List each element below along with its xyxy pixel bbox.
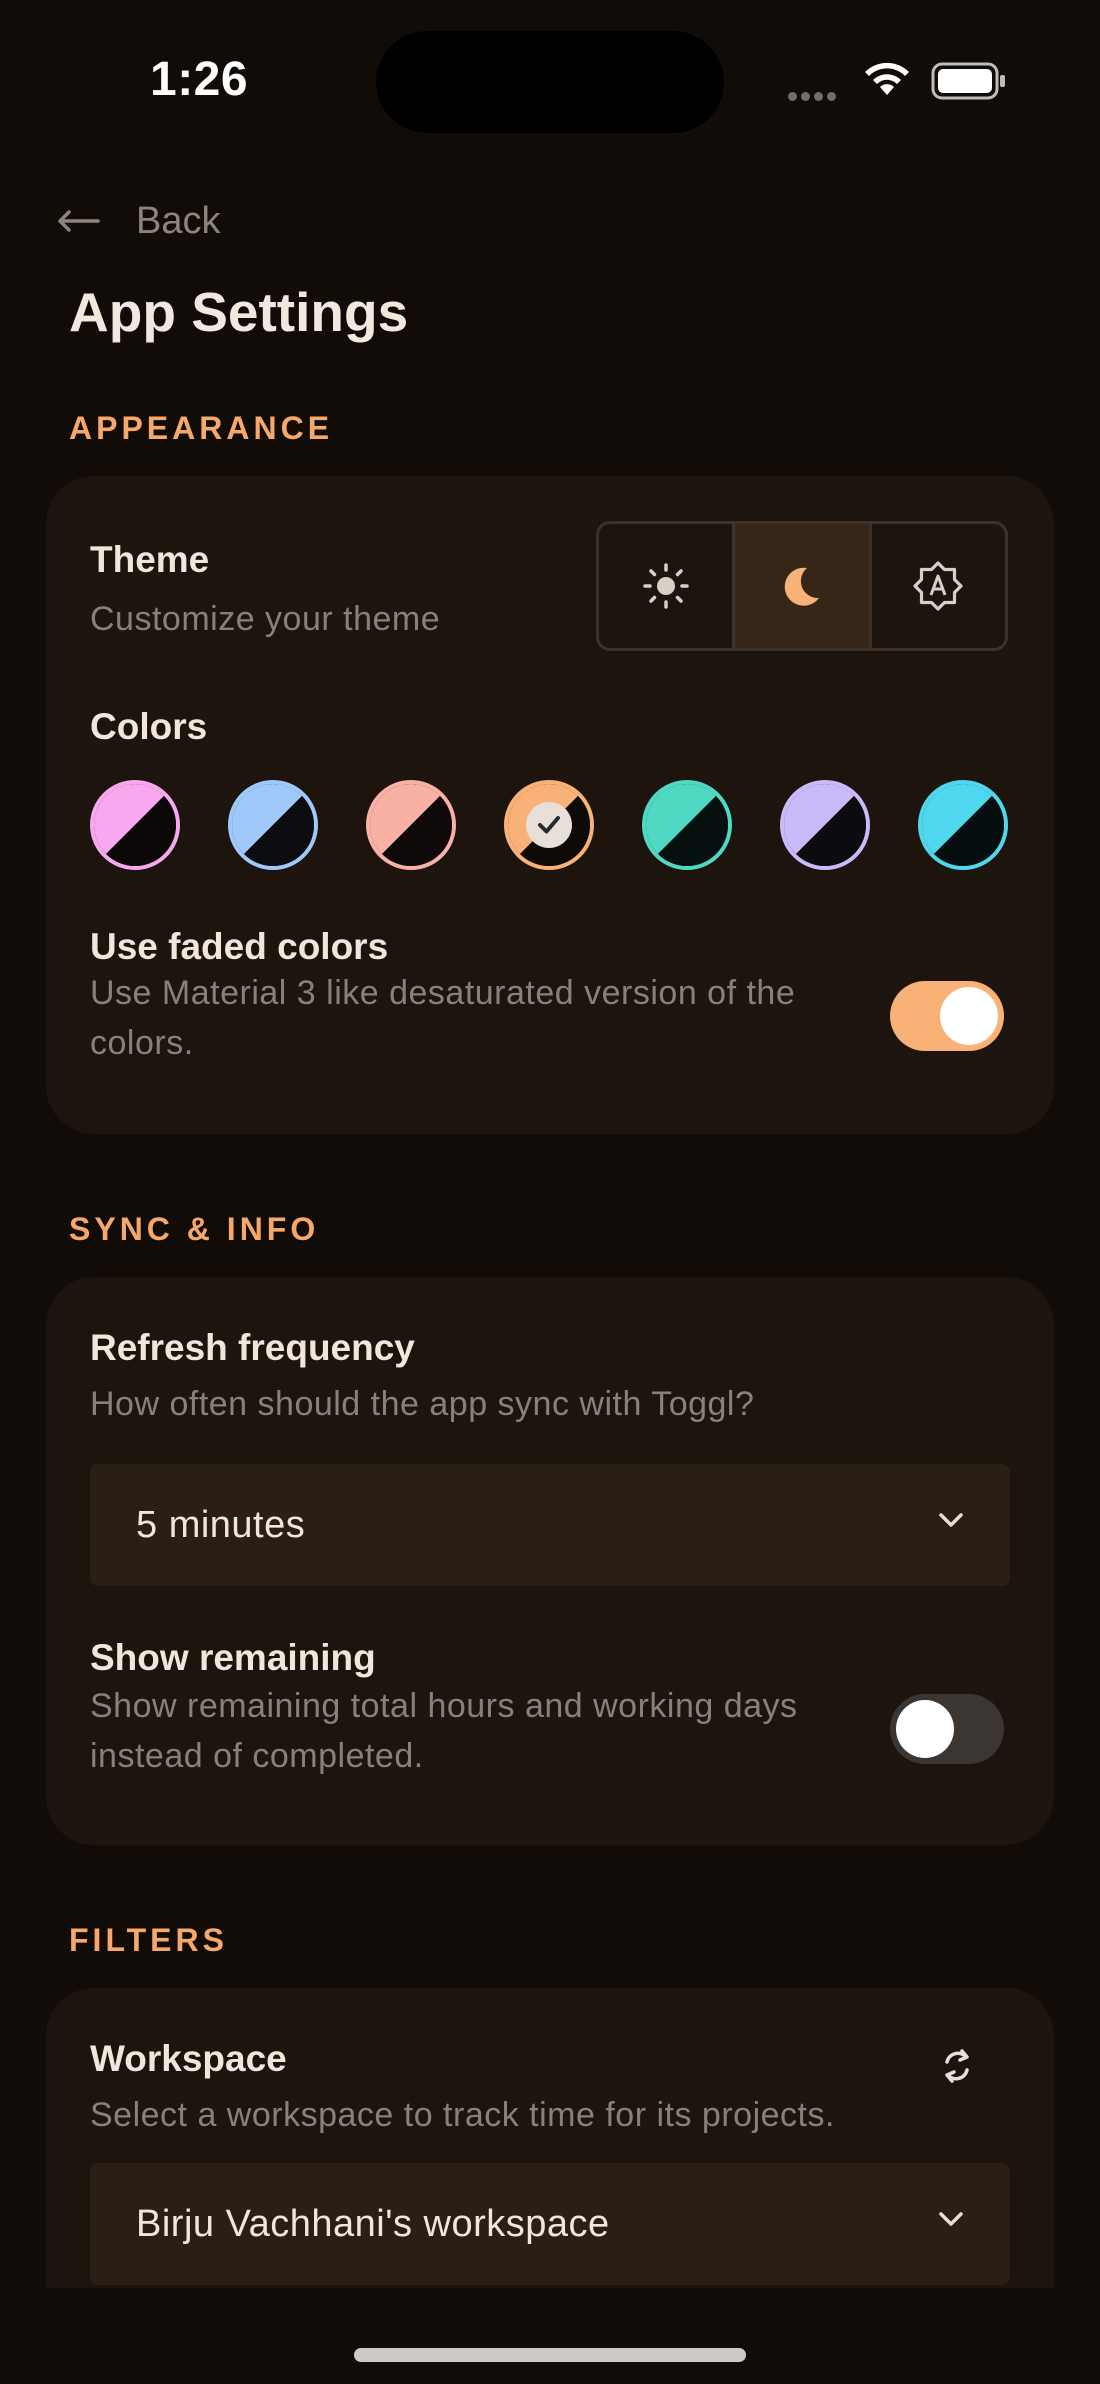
refresh-icon[interactable] bbox=[940, 2046, 974, 2086]
theme-title: Theme bbox=[90, 539, 210, 580]
color-swatch-blue[interactable] bbox=[228, 780, 318, 870]
theme-dark-option[interactable] bbox=[735, 524, 872, 648]
chevron-down-icon bbox=[939, 2212, 963, 2226]
workspace-subtitle: Select a workspace to track time for its… bbox=[90, 2096, 835, 2134]
sync-card: Refresh frequency How often should the a… bbox=[46, 1277, 1054, 1845]
section-label-filters: FILTERS bbox=[69, 1922, 228, 1958]
workspace-title: Workspace bbox=[90, 2038, 287, 2079]
filters-card: Workspace Select a workspace to track ti… bbox=[46, 1988, 1054, 2288]
check-icon bbox=[526, 802, 572, 848]
battery-icon bbox=[931, 62, 1005, 100]
faded-colors-toggle[interactable] bbox=[890, 981, 1004, 1051]
theme-subtitle: Customize your theme bbox=[90, 600, 441, 638]
bottom-bar bbox=[0, 2288, 1100, 2384]
faded-colors-title: Use faded colors bbox=[90, 926, 389, 967]
show-remaining-subtitle: Show remaining total hours and working d… bbox=[90, 1687, 798, 1775]
refresh-frequency-dropdown[interactable]: 5 minutes bbox=[90, 1464, 1010, 1586]
swatch-salmon-fill bbox=[370, 784, 452, 866]
theme-light-option[interactable] bbox=[599, 524, 736, 648]
color-swatch-lavender[interactable] bbox=[780, 780, 870, 870]
auto-brightness-icon bbox=[913, 561, 963, 611]
faded-colors-subtitle: Use Material 3 like desaturated version … bbox=[90, 974, 796, 1062]
section-label-sync: SYNC & INFO bbox=[69, 1211, 320, 1247]
swatch-cyan-fill bbox=[922, 784, 1004, 866]
theme-segmented-control bbox=[596, 521, 1008, 651]
sun-icon bbox=[642, 563, 689, 609]
refresh-frequency-subtitle: How often should the app sync with Toggl… bbox=[90, 1385, 755, 1423]
refresh-frequency-value: 5 minutes bbox=[136, 1503, 306, 1546]
home-indicator[interactable] bbox=[354, 2348, 746, 2362]
swatch-teal-fill bbox=[646, 784, 728, 866]
colors-title: Colors bbox=[90, 706, 208, 747]
back-label: Back bbox=[136, 199, 221, 242]
color-swatch-salmon[interactable] bbox=[366, 780, 456, 870]
appearance-card: Theme Customize your theme Colors Use fa… bbox=[46, 476, 1054, 1134]
workspace-value: Birju Vachhani's workspace bbox=[136, 2202, 610, 2245]
arrow-left-icon bbox=[58, 210, 100, 232]
cellular-signal-icon bbox=[788, 88, 840, 106]
color-swatch-cyan[interactable] bbox=[918, 780, 1008, 870]
moon-icon bbox=[784, 567, 819, 606]
color-swatch-pink[interactable] bbox=[90, 780, 180, 870]
chevron-down-icon bbox=[939, 1513, 963, 1527]
theme-auto-option[interactable] bbox=[872, 524, 1005, 648]
swatch-lavender-fill bbox=[784, 784, 866, 866]
section-label-appearance: APPEARANCE bbox=[69, 410, 334, 446]
dynamic-island bbox=[376, 31, 724, 133]
back-button[interactable]: Back bbox=[56, 196, 220, 246]
show-remaining-toggle[interactable] bbox=[890, 1694, 1004, 1764]
refresh-frequency-title: Refresh frequency bbox=[90, 1327, 415, 1368]
color-swatch-teal[interactable] bbox=[642, 780, 732, 870]
toggle-knob bbox=[940, 987, 998, 1045]
page-title: App Settings bbox=[69, 281, 409, 343]
workspace-dropdown[interactable]: Birju Vachhani's workspace bbox=[90, 2163, 1010, 2285]
show-remaining-title: Show remaining bbox=[90, 1637, 376, 1678]
swatch-blue-fill bbox=[232, 784, 314, 866]
toggle-knob bbox=[896, 1700, 954, 1758]
color-swatch-orange-selected[interactable] bbox=[504, 780, 594, 870]
status-time: 1:26 bbox=[150, 53, 249, 106]
wifi-icon bbox=[865, 62, 909, 95]
swatch-pink-fill bbox=[94, 784, 176, 866]
